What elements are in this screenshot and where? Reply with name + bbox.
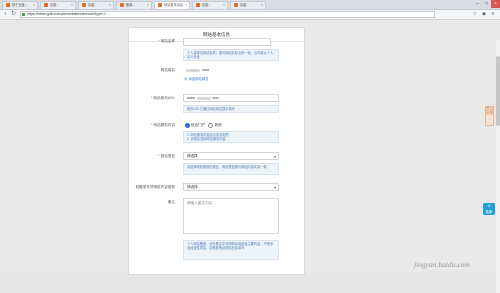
radio-selected-icon xyxy=(185,123,190,128)
close-icon[interactable]: × xyxy=(261,2,263,9)
page-scrollbar[interactable] xyxy=(496,40,500,293)
remark-textarea[interactable]: 请输入备注内容 xyxy=(183,198,279,234)
page-content: 网站基本信息 *网站名称 个人或单位网站名称，需与网站实际名称一致，且不能以个人… xyxy=(0,20,500,293)
website-name-label: *网站名称 xyxy=(158,39,175,43)
browser-tab[interactable]: 百度... × xyxy=(40,1,76,9)
browser-tab[interactable]: 百度... × xyxy=(78,1,114,9)
lock-icon xyxy=(22,13,25,16)
address-bar-tools: ☆ ◆ ≡ xyxy=(472,11,496,18)
website-name-hint: 个人或单位网站名称，需与网站实际名称一致，且不能以个人名义开设 xyxy=(183,49,279,61)
close-icon[interactable]: × xyxy=(33,2,35,9)
close-icon[interactable]: × xyxy=(109,2,111,9)
website-info-form: 网站基本信息 *网站名称 个人或单位网站名称，需与网站实际名称一致，且不能以个人… xyxy=(128,27,305,275)
site-favicon-icon xyxy=(234,3,238,8)
redacted-text xyxy=(196,96,211,100)
domain-value: .com xyxy=(185,68,209,72)
site-favicon-icon xyxy=(44,3,48,8)
scrollbar-thumb[interactable] xyxy=(496,56,500,126)
browser-tab[interactable]: 备案... × xyxy=(116,1,152,9)
homepage-input[interactable]: www. .com xyxy=(183,94,279,102)
site-favicon-icon xyxy=(120,3,124,8)
service-hint: 1. 网站服务内容应与实际相符 2. 请如实选择网站服务内容 xyxy=(183,131,279,143)
customer-service-button[interactable]: ✉ 客服 xyxy=(483,203,495,215)
service-radio-group: 综合门户 其他 xyxy=(185,123,222,128)
window-controls: – □ × xyxy=(473,0,500,8)
close-window-icon[interactable]: × xyxy=(491,0,500,8)
address-bar: ‹ ↻ https://beian.gdb.cn/node/website/si… xyxy=(0,10,500,20)
language-select[interactable]: 请选择 ▾ xyxy=(183,152,279,160)
browser-tab-active[interactable]: 网站基本信息 × xyxy=(154,1,190,9)
back-icon[interactable]: ‹ xyxy=(2,11,9,18)
homepage-label: *网站首页URL xyxy=(151,96,175,100)
close-icon[interactable]: × xyxy=(147,2,149,9)
service-radio-option[interactable]: 其他 xyxy=(208,123,222,128)
browser-tab[interactable]: 百度... × xyxy=(192,1,228,9)
homepage-hint: 首页URL已通过网站域名提示填写 xyxy=(183,105,279,113)
language-hint: 请选择网站使用的语言，网站语言需与网站内容实际一致 xyxy=(183,163,279,175)
website-name-input[interactable] xyxy=(183,38,271,46)
service-label: *网站服务内容 xyxy=(151,123,175,127)
site-favicon-icon xyxy=(196,3,200,8)
feedback-button[interactable]: 意见反馈 xyxy=(485,106,494,126)
service-radio-option[interactable]: 综合门户 xyxy=(185,123,205,128)
language-label: *网站语言 xyxy=(158,154,175,158)
site-favicon-icon xyxy=(6,3,10,8)
add-domain-link[interactable]: ⊕ 添加网站域名 xyxy=(184,76,209,81)
close-icon[interactable]: × xyxy=(71,2,73,9)
chat-icon: ✉ xyxy=(487,204,491,208)
watermark: jingyan.baidu.com xyxy=(414,260,470,269)
access-type-label: 前置或专项审批内容类型 xyxy=(135,185,175,189)
site-favicon-icon xyxy=(82,3,86,8)
chevron-down-icon: ▾ xyxy=(273,185,276,190)
access-type-select[interactable]: 请选择 ▾ xyxy=(183,183,279,191)
extension-icon[interactable]: ◆ xyxy=(481,11,487,18)
radio-unselected-icon xyxy=(208,123,214,128)
remark-hint: 个人网站备案，请在备注中写明网站用途及主要内容，不得涉及经营性内容，如有其他说明… xyxy=(183,240,279,260)
site-favicon-icon xyxy=(158,3,162,8)
remark-label: 备注 xyxy=(167,200,175,204)
chevron-down-icon: ▾ xyxy=(273,154,276,159)
minimize-icon[interactable]: – xyxy=(473,0,482,8)
menu-icon[interactable]: ≡ xyxy=(490,11,496,18)
redacted-text xyxy=(186,68,200,72)
domain-label: 网站域名 xyxy=(160,68,175,72)
close-icon[interactable]: × xyxy=(185,2,187,9)
browser-tab-strip: 基于百度... × 百度... × 百度... × 备案... × 网站基本信息 × 百度… xyxy=(0,0,500,10)
browser-tab[interactable]: 基于百度... × xyxy=(2,1,38,9)
browser-tab[interactable]: 百度... × xyxy=(230,1,266,9)
close-icon[interactable]: × xyxy=(223,2,225,9)
url-input[interactable]: https://beian.gdb.cn/node/website/site/n… xyxy=(20,11,435,18)
maximize-icon[interactable]: □ xyxy=(482,0,491,8)
refresh-icon[interactable]: ↻ xyxy=(10,11,17,18)
star-icon[interactable]: ☆ xyxy=(472,11,478,18)
